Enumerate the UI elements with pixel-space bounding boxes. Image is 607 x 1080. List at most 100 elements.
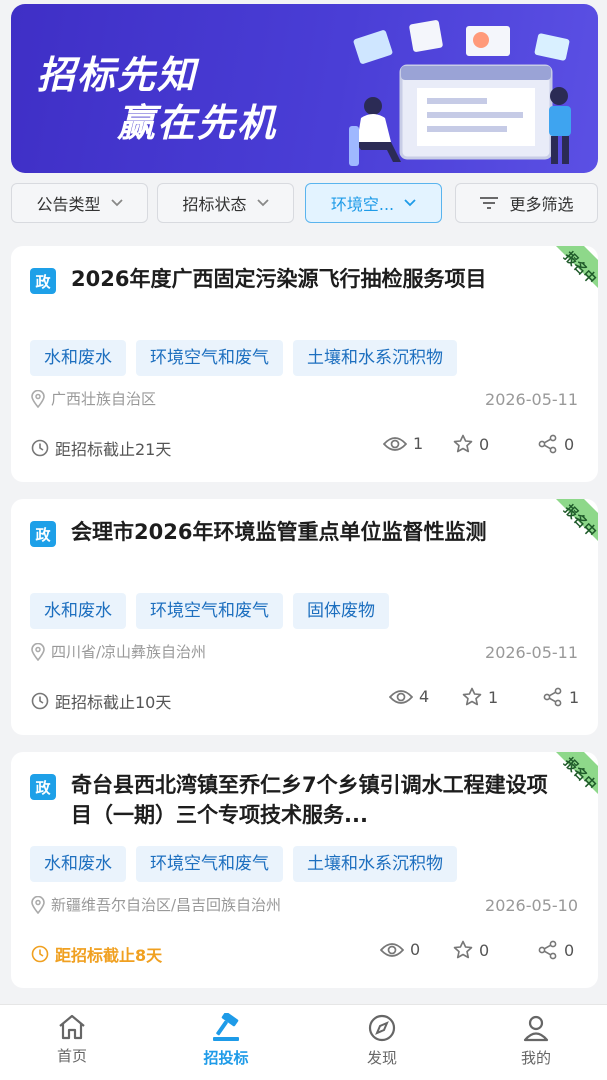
share-button[interactable]: 1 bbox=[543, 687, 579, 707]
compass-icon bbox=[368, 1014, 396, 1042]
tab-label: 我的 bbox=[520, 1049, 551, 1067]
filter-bid-status[interactable]: 招标状态 bbox=[157, 183, 294, 223]
location: 广西壮族自治区 bbox=[31, 388, 156, 409]
banner-slogan-line2: 赢在先机 bbox=[117, 101, 278, 145]
location-text: 四川省/凉山彝族自治州 bbox=[51, 643, 207, 661]
tag-list: 水和废水 环境空气和废气 固体废物 bbox=[30, 593, 389, 629]
category-tag[interactable]: 固体废物 bbox=[293, 593, 389, 629]
tag-list: 水和废水 环境空气和废气 土壤和水系沉积物 bbox=[30, 846, 457, 882]
category-tag[interactable]: 土壤和水系沉积物 bbox=[293, 340, 457, 376]
location-pin-icon bbox=[31, 389, 45, 408]
publish-date: 2026-05-11 bbox=[485, 390, 578, 409]
location: 四川省/凉山彝族自治州 bbox=[31, 641, 206, 662]
promo-banner[interactable]: 招标先知 赢在先机 bbox=[11, 4, 598, 173]
stars-count: 0 bbox=[479, 940, 490, 960]
clock-icon bbox=[31, 439, 49, 457]
category-tag[interactable]: 水和废水 bbox=[30, 593, 126, 629]
location-text: 新疆维吾尔自治区/昌吉回族自治州 bbox=[51, 896, 282, 914]
category-tag[interactable]: 环境空气和废气 bbox=[136, 593, 283, 629]
views-count: 4 bbox=[419, 687, 430, 706]
location-pin-icon bbox=[31, 642, 45, 661]
star-icon bbox=[453, 434, 473, 453]
chevron-down-icon bbox=[110, 199, 123, 207]
banner-slogan-line1: 招标先知 bbox=[37, 53, 198, 97]
share-icon bbox=[538, 434, 557, 454]
favorite-button[interactable]: 1 bbox=[462, 687, 498, 707]
government-badge: 政 bbox=[30, 521, 56, 547]
tab-bidding[interactable]: 招投标 bbox=[176, 1013, 276, 1075]
category-tag[interactable]: 环境空气和废气 bbox=[136, 340, 283, 376]
tender-title[interactable]: 奇台县西北湾镇至乔仁乡7个乡镇引调水工程建设项目（一期）三个专项技术服务... bbox=[71, 770, 553, 830]
deadline-text: 距招标截止8天 bbox=[55, 946, 163, 965]
tab-label: 发现 bbox=[366, 1049, 397, 1067]
location-pin-icon bbox=[31, 895, 45, 914]
filter-category[interactable]: 环境空... bbox=[305, 183, 442, 223]
deadline: 距招标截止21天 bbox=[31, 436, 171, 460]
views-stat: 0 bbox=[380, 940, 420, 959]
favorite-button[interactable]: 0 bbox=[453, 940, 489, 960]
filter-label: 更多筛选 bbox=[509, 195, 574, 214]
clock-icon bbox=[31, 692, 49, 710]
shares-count: 1 bbox=[569, 687, 580, 707]
filter-label: 招标状态 bbox=[182, 195, 247, 214]
filter-more-button[interactable]: 更多筛选 bbox=[455, 183, 598, 223]
tab-label: 招投标 bbox=[203, 1049, 249, 1067]
tender-title[interactable]: 2026年度广西固定污染源飞行抽检服务项目 bbox=[71, 264, 553, 294]
eye-icon bbox=[389, 689, 413, 704]
government-badge: 政 bbox=[30, 268, 56, 294]
eye-icon bbox=[383, 436, 407, 451]
tab-home[interactable]: 首页 bbox=[22, 1013, 122, 1075]
tender-card[interactable]: 政 会理市2026年环境监管重点单位监督性监测 报名中 水和废水 环境空气和废气固… bbox=[11, 499, 598, 735]
tab-discover[interactable]: 发现 bbox=[332, 1013, 432, 1075]
filter-label: 公告类型 bbox=[36, 195, 101, 214]
filter-icon bbox=[480, 197, 499, 209]
government-badge: 政 bbox=[30, 774, 56, 800]
star-icon bbox=[462, 687, 482, 706]
publish-date: 2026-05-11 bbox=[485, 643, 578, 662]
publish-date: 2026-05-10 bbox=[485, 896, 578, 915]
stars-count: 0 bbox=[479, 434, 490, 454]
gavel-icon bbox=[213, 1013, 239, 1041]
chevron-down-icon bbox=[404, 199, 416, 207]
category-tag[interactable]: 水和废水 bbox=[30, 340, 126, 376]
deadline-text: 距招标截止21天 bbox=[55, 440, 172, 459]
banner-illustration bbox=[349, 20, 571, 166]
deadline-text: 距招标截止10天 bbox=[55, 693, 172, 712]
share-icon bbox=[538, 940, 557, 960]
star-icon bbox=[453, 940, 473, 959]
tab-label: 首页 bbox=[56, 1047, 87, 1065]
shares-count: 0 bbox=[564, 434, 575, 454]
location: 新疆维吾尔自治区/昌吉回族自治州 bbox=[31, 894, 281, 915]
deadline: 距招标截止10天 bbox=[31, 689, 171, 713]
stars-count: 1 bbox=[488, 687, 499, 707]
tab-profile[interactable]: 我的 bbox=[486, 1013, 586, 1075]
eye-icon bbox=[380, 942, 404, 957]
shares-count: 0 bbox=[564, 940, 575, 960]
views-stat: 4 bbox=[389, 687, 429, 706]
filter-label: 环境空... bbox=[330, 195, 395, 214]
user-icon bbox=[523, 1015, 549, 1042]
tender-title[interactable]: 会理市2026年环境监管重点单位监督性监测 bbox=[71, 517, 553, 547]
share-button[interactable]: 0 bbox=[538, 434, 574, 454]
tender-card[interactable]: 政 2026年度广西固定污染源飞行抽检服务项目 报名中 水和废水 环境空气和废气土… bbox=[11, 246, 598, 482]
deadline: 距招标截止8天 bbox=[31, 942, 162, 966]
status-ribbon: 报名中 bbox=[556, 499, 598, 541]
favorite-button[interactable]: 0 bbox=[453, 434, 489, 454]
share-icon bbox=[543, 687, 562, 707]
clock-icon bbox=[31, 945, 49, 963]
status-ribbon: 报名中 bbox=[556, 246, 598, 288]
tender-card[interactable]: 政 奇台县西北湾镇至乔仁乡7个乡镇引调水工程建设项目（一期）三个专项技术服务..… bbox=[11, 752, 598, 988]
category-tag[interactable]: 土壤和水系沉积物 bbox=[293, 846, 457, 882]
filter-announcement-type[interactable]: 公告类型 bbox=[11, 183, 148, 223]
location-text: 广西壮族自治区 bbox=[51, 390, 157, 408]
views-count: 1 bbox=[413, 434, 424, 453]
filter-bar: 公告类型 招标状态 环境空... 更多筛选 bbox=[11, 183, 601, 223]
home-icon bbox=[59, 1014, 85, 1040]
bottom-tab-bar: 首页 招投标 发现 我的 bbox=[0, 1004, 607, 1080]
tag-list: 水和废水 环境空气和废气 土壤和水系沉积物 bbox=[30, 340, 457, 376]
category-tag[interactable]: 水和废水 bbox=[30, 846, 126, 882]
category-tag[interactable]: 环境空气和废气 bbox=[136, 846, 283, 882]
views-stat: 1 bbox=[383, 434, 423, 453]
share-button[interactable]: 0 bbox=[538, 940, 574, 960]
status-ribbon: 报名中 bbox=[556, 752, 598, 794]
